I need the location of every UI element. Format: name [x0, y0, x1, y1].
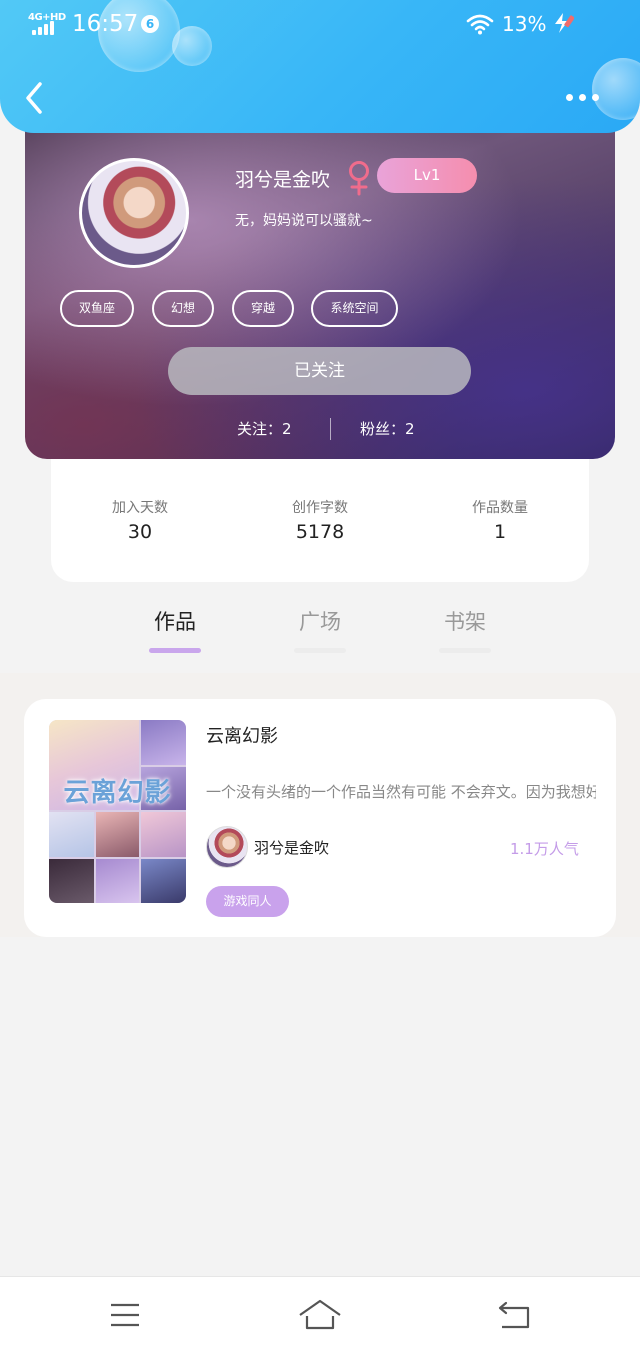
stat-label: 作品数量 [472, 500, 528, 516]
content-tabs: 作品 广场 书架 [0, 600, 640, 655]
more-dots-icon [579, 94, 586, 101]
author-avatar[interactable] [206, 826, 248, 868]
level-badge: Lv1 [377, 158, 477, 193]
profile-card: 羽兮是金吹 Lv1 无，妈妈说可以骚就~ 双鱼座 幻想 穿越 系统空间 已关注 … [25, 118, 615, 459]
tab-indicator [149, 648, 201, 653]
work-card[interactable]: 云离幻影 云离幻影 一个没有头绪的一个作品当然有可能 不会弃文。因为我想好下去了… [24, 699, 616, 937]
back-button[interactable] [18, 78, 52, 118]
tab-label: 书架 [444, 610, 486, 634]
home-icon [299, 1299, 341, 1330]
stats-card: 加入天数 30 创作字数 5178 作品数量 1 [51, 459, 589, 582]
user-nickname: 羽兮是金吹 [235, 169, 331, 191]
system-nav-bar [0, 1276, 640, 1351]
status-time: 16:57 [72, 11, 139, 37]
follow-counts: 关注：2 粉丝：2 [25, 418, 615, 440]
tab-bookshelf[interactable]: 书架 [425, 606, 505, 653]
menu-icon [111, 1303, 139, 1327]
menu-button[interactable] [100, 1297, 150, 1333]
return-icon [498, 1301, 530, 1329]
work-cover-image[interactable]: 云离幻影 [49, 720, 186, 903]
stat-label: 创作字数 [292, 500, 348, 516]
tag-chip[interactable]: 幻想 [152, 290, 214, 327]
stat-value: 30 [127, 521, 153, 543]
tab-indicator [294, 648, 346, 653]
home-button[interactable] [295, 1297, 345, 1333]
status-bar: 4G+HD 16:57 6 13% [0, 0, 640, 50]
divider [330, 418, 331, 440]
stat-label: 加入天数 [112, 500, 168, 516]
network-type: 4G+HD [28, 12, 66, 23]
avatar[interactable] [79, 158, 189, 268]
stat-value: 1 [493, 521, 507, 543]
popularity-count: 1.1万人气 [510, 840, 579, 858]
stat-works-count: 作品数量 1 [430, 497, 570, 543]
stat-word-count: 创作字数 5178 [250, 497, 390, 543]
chevron-left-icon [26, 82, 42, 114]
genre-tag[interactable]: 游戏同人 [206, 886, 289, 917]
stat-value: 5178 [295, 521, 345, 543]
more-dots-icon [592, 94, 599, 101]
tab-indicator [439, 648, 491, 653]
work-title[interactable]: 云离幻影 [206, 722, 278, 748]
work-description: 一个没有头绪的一个作品当然有可能 不会弃文。因为我想好下去了 [206, 783, 596, 801]
notification-count-badge: 6 [141, 15, 159, 33]
author-name[interactable]: 羽兮是金吹 [254, 837, 329, 858]
user-signature: 无，妈妈说可以骚就~ [235, 213, 373, 229]
wifi-icon [466, 14, 494, 35]
tab-square[interactable]: 广场 [280, 606, 360, 653]
tag-chip[interactable]: 双鱼座 [60, 290, 134, 327]
tag-chip[interactable]: 系统空间 [311, 290, 398, 327]
tab-works[interactable]: 作品 [135, 606, 215, 653]
tag-chip[interactable]: 穿越 [232, 290, 294, 327]
following-count[interactable]: 关注：2 [237, 418, 292, 439]
tab-label: 作品 [154, 610, 196, 634]
tab-label: 广场 [299, 610, 341, 634]
return-button[interactable] [490, 1297, 540, 1333]
follow-button[interactable]: 已关注 [168, 347, 471, 395]
charging-icon [555, 13, 574, 33]
top-header: 4G+HD 16:57 6 13% [0, 0, 640, 133]
signal-icon: 4G+HD [28, 12, 66, 36]
cover-title-text: 云离幻影 [63, 778, 172, 808]
more-dots-icon [566, 94, 573, 101]
more-options-button[interactable] [560, 84, 604, 112]
followers-count[interactable]: 粉丝：2 [360, 418, 415, 439]
stat-join-days: 加入天数 30 [70, 497, 210, 543]
battery-level: 13% [502, 12, 547, 36]
female-gender-icon [349, 161, 369, 196]
